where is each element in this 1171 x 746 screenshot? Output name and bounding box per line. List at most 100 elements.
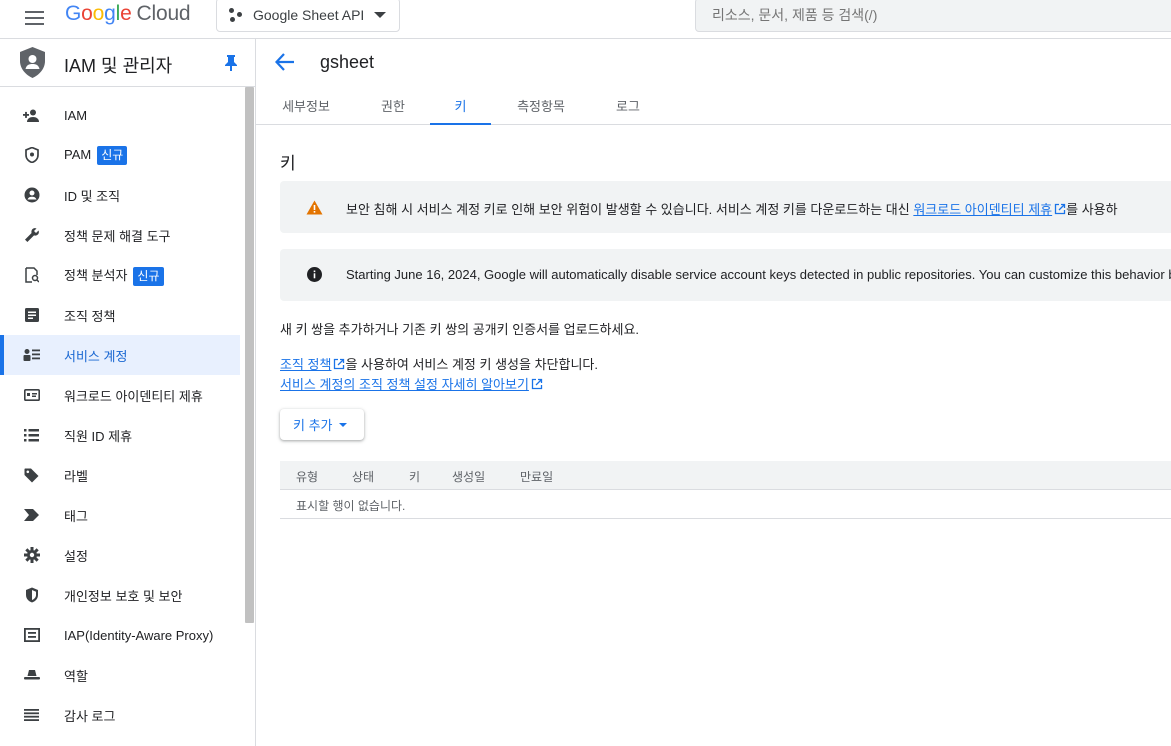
sidebar-header: IAM 및 관리자 bbox=[0, 39, 255, 87]
label-tag-icon bbox=[23, 467, 40, 483]
column-header-type[interactable]: 유형 bbox=[296, 468, 318, 485]
sidebar-item-policy-troubleshooter[interactable]: 정책 문제 해결 도구 bbox=[0, 215, 240, 255]
sidebar-item-service-accounts[interactable]: 서비스 계정 bbox=[0, 335, 240, 375]
sidebar-item-label: 역할 bbox=[64, 668, 88, 684]
privacy-shield-icon bbox=[23, 587, 40, 603]
learn-more-link[interactable]: 서비스 계정의 조직 정책 설정 자세히 알아보기 bbox=[280, 377, 529, 392]
pin-icon[interactable] bbox=[224, 55, 238, 71]
sidebar: IAM 및 관리자 IAM PAM 신규 ID 및 조직 정책 문제 해결 도구 … bbox=[0, 39, 256, 746]
sidebar-item-label: 직원 ID 제휴 bbox=[64, 428, 133, 444]
learn-more-line: 서비스 계정의 조직 정책 설정 자세히 알아보기 bbox=[280, 374, 543, 393]
empty-table-message: 표시할 행이 없습니다. bbox=[296, 499, 406, 513]
tab-logs[interactable]: 로그 bbox=[591, 87, 665, 124]
external-link-icon bbox=[531, 378, 543, 390]
sidebar-item-label: 서비스 계정 bbox=[64, 348, 128, 364]
sidebar-item-label: 정책 분석자 신규 bbox=[64, 265, 164, 286]
service-account-icon bbox=[23, 347, 40, 363]
tab-details[interactable]: 세부정보 bbox=[256, 87, 356, 124]
external-link-icon bbox=[1054, 203, 1066, 215]
document-icon bbox=[23, 307, 40, 323]
policy-analyzer-icon bbox=[23, 267, 40, 283]
tab-permissions[interactable]: 권한 bbox=[356, 87, 430, 124]
search-bar[interactable] bbox=[695, 0, 1171, 32]
column-header-expires[interactable]: 만료일 bbox=[520, 468, 553, 485]
sidebar-item-identity-org[interactable]: ID 및 조직 bbox=[0, 175, 240, 215]
sidebar-item-label: IAP(Identity-Aware Proxy) bbox=[64, 627, 214, 643]
sidebar-item-settings[interactable]: 설정 bbox=[0, 535, 240, 575]
info-icon bbox=[307, 267, 322, 282]
sidebar-title: IAM 및 관리자 bbox=[64, 56, 173, 76]
info-text: Starting June 16, 2024, Google will auto… bbox=[346, 267, 1171, 282]
sidebar-item-policy-analyzer[interactable]: 정책 분석자 신규 bbox=[0, 255, 240, 295]
sidebar-item-workload-identity[interactable]: 워크로드 아이덴티티 제휴 bbox=[0, 375, 240, 415]
table-header: 유형 상태 키 생성일 만료일 bbox=[280, 461, 1171, 490]
main-content: gsheet 세부정보 권한 키 측정항목 로그 키 보안 침해 시 서비스 계… bbox=[256, 39, 1171, 746]
google-cloud-logo[interactable]: Google Cloud bbox=[65, 2, 191, 26]
tag-chevron-icon bbox=[23, 507, 40, 523]
sidebar-item-label: 개인정보 보호 및 보안 bbox=[64, 588, 183, 604]
project-selector[interactable]: Google Sheet API bbox=[216, 0, 400, 32]
search-input[interactable] bbox=[712, 7, 1171, 23]
list-icon bbox=[23, 427, 40, 443]
back-arrow-icon[interactable] bbox=[275, 53, 295, 71]
sidebar-item-label: 조직 정책 bbox=[64, 308, 116, 324]
sidebar-item-tags[interactable]: 태그 bbox=[0, 495, 240, 535]
page-title: gsheet bbox=[320, 52, 375, 72]
iam-shield-icon bbox=[20, 47, 45, 78]
cloud-wordmark: Cloud bbox=[136, 2, 191, 25]
google-wordmark: Google bbox=[65, 2, 132, 25]
info-banner: Starting June 16, 2024, Google will auto… bbox=[280, 249, 1171, 301]
sidebar-item-workforce-identity[interactable]: 직원 ID 제휴 bbox=[0, 415, 240, 455]
sidebar-item-label: 감사 로그 bbox=[64, 708, 116, 724]
sidebar-item-label: 정책 문제 해결 도구 bbox=[64, 228, 171, 244]
sidebar-item-privacy-security[interactable]: 개인정보 보호 및 보안 bbox=[0, 575, 240, 615]
column-header-key[interactable]: 키 bbox=[409, 468, 420, 485]
account-circle-icon bbox=[23, 187, 40, 203]
sidebar-scrollbar[interactable] bbox=[245, 87, 254, 623]
sidebar-item-iap[interactable]: IAP(Identity-Aware Proxy) bbox=[0, 615, 240, 655]
add-key-button[interactable]: 키 추가 bbox=[280, 409, 364, 440]
sidebar-item-audit-logs[interactable]: 감사 로그 bbox=[0, 695, 240, 735]
sidebar-item-label: PAM 신규 bbox=[64, 145, 128, 165]
chevron-down-icon bbox=[374, 12, 387, 18]
intro-text: 새 키 쌍을 추가하거나 기존 키 쌍의 공개키 인증서를 업로드하세요. bbox=[280, 322, 640, 337]
keys-table: 유형 상태 키 생성일 만료일 표시할 행이 없습니다. bbox=[280, 461, 1171, 519]
sidebar-item-org-policy[interactable]: 조직 정책 bbox=[0, 295, 240, 335]
sidebar-item-label: 워크로드 아이덴티티 제휴 bbox=[64, 388, 203, 404]
sidebar-item-label: IAM bbox=[64, 107, 88, 123]
project-name: Google Sheet API bbox=[253, 7, 365, 23]
project-dots-icon bbox=[229, 8, 243, 22]
tab-metrics[interactable]: 측정항목 bbox=[491, 87, 591, 124]
top-bar: Google Cloud Google Sheet API bbox=[0, 0, 1171, 39]
new-badge: 신규 bbox=[97, 145, 128, 165]
workload-identity-link[interactable]: 워크로드 아이덴티티 제휴 bbox=[913, 202, 1052, 217]
sidebar-item-label: 라벨 bbox=[64, 468, 88, 484]
sidebar-item-label: 설정 bbox=[64, 548, 88, 564]
policy-line: 조직 정책 을 사용하여 서비스 계정 키 생성을 차단합니다. bbox=[280, 357, 598, 372]
person-add-icon bbox=[23, 107, 40, 123]
sidebar-item-label: 태그 bbox=[64, 508, 88, 524]
chevron-down-icon bbox=[338, 422, 347, 427]
hamburger-menu-icon[interactable] bbox=[24, 7, 46, 29]
column-header-created[interactable]: 생성일 bbox=[452, 468, 485, 485]
sidebar-item-iam[interactable]: IAM bbox=[0, 95, 240, 135]
table-row: 표시할 행이 없습니다. bbox=[280, 490, 1171, 519]
sidebar-nav: IAM PAM 신규 ID 및 조직 정책 문제 해결 도구 정책 분석자 신규 조… bbox=[0, 95, 240, 735]
sidebar-item-label: ID 및 조직 bbox=[64, 188, 121, 204]
org-policy-link[interactable]: 조직 정책 bbox=[280, 357, 331, 372]
tab-bar: 세부정보 권한 키 측정항목 로그 bbox=[256, 87, 1171, 125]
section-title: 키 bbox=[280, 154, 296, 173]
sidebar-item-labels[interactable]: 라벨 bbox=[0, 455, 240, 495]
iap-icon bbox=[23, 627, 40, 643]
shield-icon bbox=[23, 147, 40, 163]
warning-banner: 보안 침해 시 서비스 계정 키로 인해 보안 위험이 발생할 수 있습니다. … bbox=[280, 181, 1171, 233]
hat-icon bbox=[23, 667, 40, 683]
external-link-icon bbox=[334, 358, 345, 370]
lines-icon bbox=[23, 707, 40, 723]
sidebar-item-pam[interactable]: PAM 신규 bbox=[0, 135, 240, 175]
sidebar-item-roles[interactable]: 역할 bbox=[0, 655, 240, 695]
tab-keys[interactable]: 키 bbox=[430, 87, 491, 125]
gear-icon bbox=[23, 547, 40, 563]
warning-icon bbox=[306, 200, 323, 215]
column-header-status[interactable]: 상태 bbox=[352, 468, 374, 485]
